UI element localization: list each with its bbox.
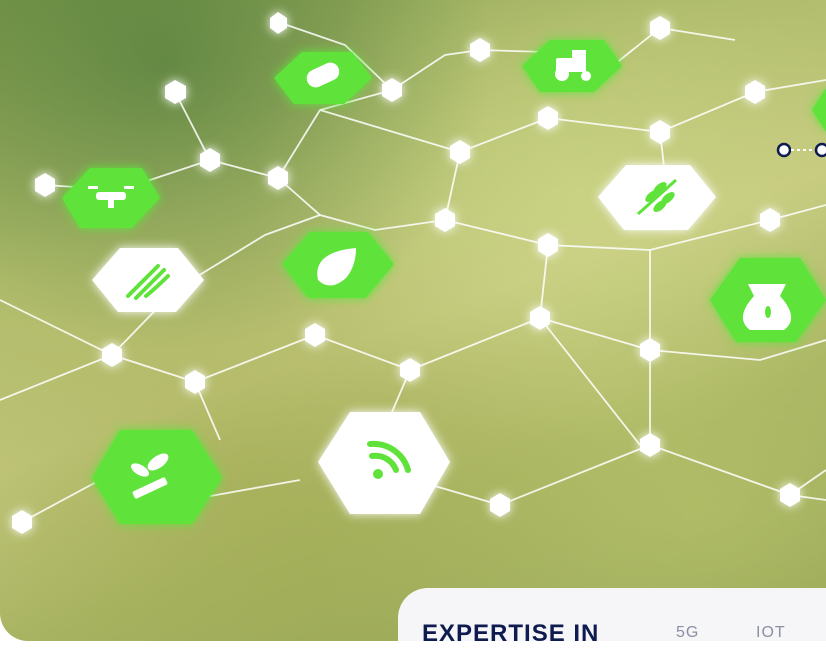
grain-sack-icon (710, 258, 826, 342)
wheat-icon (598, 165, 716, 230)
pill-capsule-icon (274, 52, 372, 104)
edge-green-hex (812, 88, 826, 132)
hex-network-overlay (0, 12, 826, 534)
tractor-icon (522, 40, 622, 92)
tag-5g[interactable]: 5G (676, 624, 699, 642)
hero-image (0, 0, 826, 641)
expertise-heading: EXPERTISE IN (422, 620, 600, 647)
expertise-bar: EXPERTISE IN 5G IOT (398, 588, 826, 647)
wireless-signal-icon (92, 248, 204, 312)
slider-connector-icon (776, 142, 826, 158)
tag-iot[interactable]: IOT (756, 624, 786, 642)
plant-sprout-icon (92, 430, 222, 524)
wifi-icon (318, 412, 450, 514)
drone-icon (62, 168, 160, 228)
water-drop-icon (282, 232, 394, 298)
